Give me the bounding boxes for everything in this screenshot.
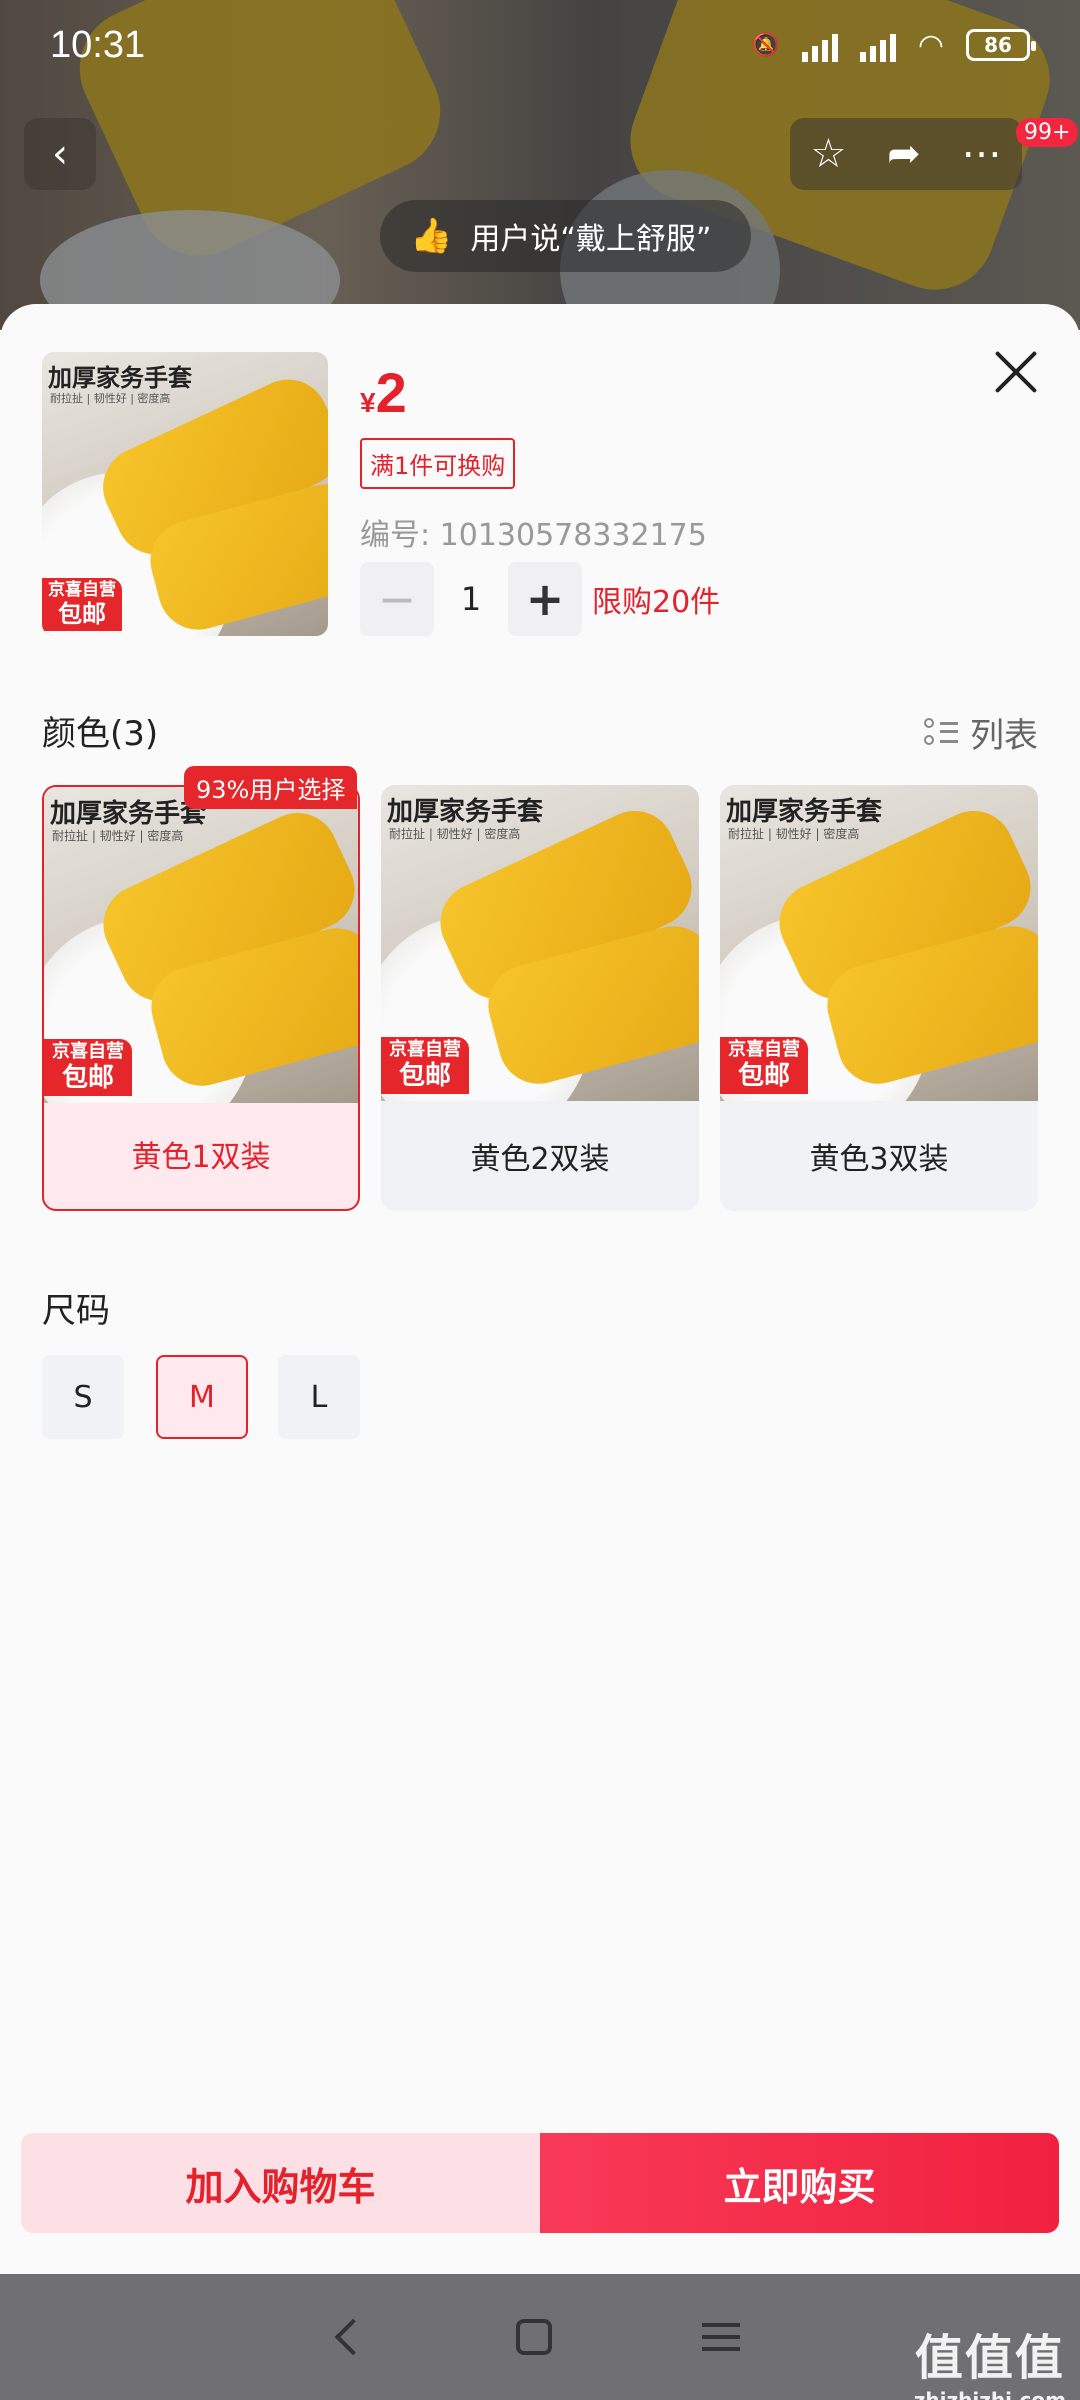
message-count-badge: 99+ xyxy=(1016,118,1079,147)
share-icon[interactable]: ➦ xyxy=(887,131,921,177)
watermark-line2: zhizhizhi.com xyxy=(913,2388,1066,2400)
bottom-action-bar: 加入购物车 立即购买 xyxy=(21,2133,1059,2233)
jd-tag-line1: 京喜自营 xyxy=(728,1039,800,1060)
product-thumbnail[interactable]: 加厚家务手套 耐拉扯 | 韧性好 | 密度高 京喜自营 包邮 xyxy=(42,352,328,636)
buy-now-button[interactable]: 立即购买 xyxy=(540,2133,1059,2233)
status-time: 10:31 xyxy=(50,23,146,66)
nav-actions: ☆ ➦ ⋯ xyxy=(790,118,1022,190)
color-option-3[interactable]: 加厚家务手套 耐拉扯 | 韧性好 | 密度高 京喜自营 包邮 黄色3双装 xyxy=(720,785,1038,1211)
chevron-left-icon: ‹ xyxy=(52,131,68,177)
list-toggle-label: 列表 xyxy=(970,716,1038,756)
jd-tag-line1: 京喜自营 xyxy=(389,1039,461,1060)
more-icon[interactable]: ⋯ xyxy=(962,131,1002,177)
color-thumb-title: 加厚家务手套 xyxy=(387,797,544,827)
size-option-m[interactable]: M xyxy=(156,1355,248,1439)
jd-self-operated-tag: 京喜自营 包邮 xyxy=(720,1037,808,1094)
system-back-icon[interactable] xyxy=(334,2318,372,2356)
currency-symbol: ¥ xyxy=(360,387,376,418)
favorite-star-icon[interactable]: ☆ xyxy=(810,131,846,177)
color-option-image: 加厚家务手套 耐拉扯 | 韧性好 | 密度高 京喜自营 包邮 xyxy=(720,785,1038,1101)
popular-choice-badge: 93%用户选择 xyxy=(184,766,358,809)
size-option-l[interactable]: L xyxy=(278,1355,360,1439)
color-thumb-title: 加厚家务手套 xyxy=(726,797,883,827)
jd-self-operated-tag: 京喜自营 包邮 xyxy=(44,1039,132,1096)
product-top-nav: ‹ ☆ ➦ ⋯ xyxy=(0,118,1080,194)
color-thumb-subtitle: 耐拉扯 | 韧性好 | 密度高 xyxy=(728,827,860,841)
jd-tag-line2: 包邮 xyxy=(398,1060,451,1091)
battery-icon: 86 xyxy=(966,29,1036,61)
color-thumb-title: 加厚家务手套 xyxy=(50,799,207,829)
quantity-value[interactable]: 1 xyxy=(434,580,508,618)
increase-quantity-button[interactable]: + xyxy=(508,562,582,636)
price: ¥2 xyxy=(360,360,407,425)
mute-bell-icon: 🔕 xyxy=(752,32,780,58)
decrease-quantity-button[interactable]: − xyxy=(360,562,434,636)
status-bar: 10:31 🔕 ◠ 86 xyxy=(0,0,1080,90)
color-option-2[interactable]: 加厚家务手套 耐拉扯 | 韧性好 | 密度高 京喜自营 包邮 黄色2双装 xyxy=(381,785,699,1211)
color-section-title: 颜色(3) xyxy=(42,714,159,754)
jd-self-operated-tag: 京喜自营 包邮 xyxy=(381,1037,469,1094)
sku-code: 编号: 10130578332175 xyxy=(360,518,707,553)
thumbs-up-icon: 👍 xyxy=(410,216,453,256)
color-thumb-subtitle: 耐拉扯 | 韧性好 | 密度高 xyxy=(389,827,521,841)
close-icon[interactable] xyxy=(994,350,1038,394)
color-option-image: 加厚家务手套 耐拉扯 | 韧性好 | 密度高 京喜自营 包邮 xyxy=(44,787,358,1103)
watermark-line1: 值值值 xyxy=(914,2330,1065,2386)
system-recents-icon[interactable] xyxy=(702,2323,740,2351)
back-button[interactable]: ‹ xyxy=(24,118,96,190)
jd-tag-line2: 包邮 xyxy=(61,1062,114,1093)
thumb-title: 加厚家务手套 xyxy=(48,364,192,392)
signal-2-icon xyxy=(859,28,896,62)
add-to-cart-button[interactable]: 加入购物车 xyxy=(21,2133,540,2233)
color-thumb-subtitle: 耐拉扯 | 韧性好 | 密度高 xyxy=(52,829,184,843)
purchase-limit: 限购20件 xyxy=(592,585,721,620)
jd-tag-line2: 包邮 xyxy=(737,1060,790,1091)
thumb-subtitle: 耐拉扯 | 韧性好 | 密度高 xyxy=(50,392,171,405)
color-option-1[interactable]: 加厚家务手套 耐拉扯 | 韧性好 | 密度高 京喜自营 包邮 黄色1双装 xyxy=(42,785,360,1211)
jd-tag-line1: 京喜自营 xyxy=(48,580,116,600)
watermark: 值值值 zhizhizhi.com xyxy=(914,2318,1066,2400)
promo-tag: 满1件可换购 xyxy=(360,438,516,489)
wifi-icon: ◠ xyxy=(917,27,944,63)
list-icon xyxy=(924,717,958,748)
quantity-stepper: − 1 + 限购20件 xyxy=(360,562,720,636)
jd-tag-line1: 京喜自营 xyxy=(52,1041,124,1062)
price-value: 2 xyxy=(375,361,407,424)
color-option-label: 黄色3双装 xyxy=(809,1142,949,1177)
jd-tag-line2: 包邮 xyxy=(58,600,106,629)
signal-1-icon xyxy=(801,28,838,62)
review-highlight-pill: 👍 用户说“戴上舒服” xyxy=(380,200,752,272)
jd-self-operated-tag: 京喜自营 包邮 xyxy=(42,578,122,632)
system-home-icon[interactable] xyxy=(516,2319,552,2355)
list-view-toggle[interactable]: 列表 xyxy=(924,708,1038,757)
color-option-image: 加厚家务手套 耐拉扯 | 韧性好 | 密度高 京喜自营 包邮 xyxy=(381,785,699,1101)
color-option-label: 黄色1双装 xyxy=(131,1140,271,1175)
size-section-title: 尺码 xyxy=(42,1291,110,1331)
color-option-label: 黄色2双装 xyxy=(470,1142,610,1177)
review-text: 用户说“戴上舒服” xyxy=(470,222,712,257)
size-option-s[interactable]: S xyxy=(42,1355,124,1439)
